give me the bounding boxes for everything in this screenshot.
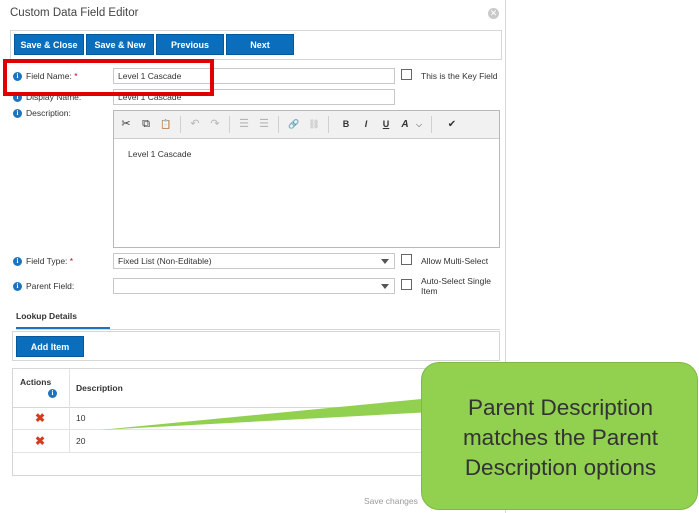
callout-line-1: Parent Description [467, 395, 654, 420]
callout-line-2: matches the Parent [462, 425, 659, 450]
callout-bubble: Parent Description matches the Parent De… [421, 362, 698, 510]
callout-text: Parent Description matches the Parent De… [422, 393, 699, 483]
callout-pointer-shape [100, 398, 432, 430]
callout-line-3: Description options [464, 455, 657, 480]
